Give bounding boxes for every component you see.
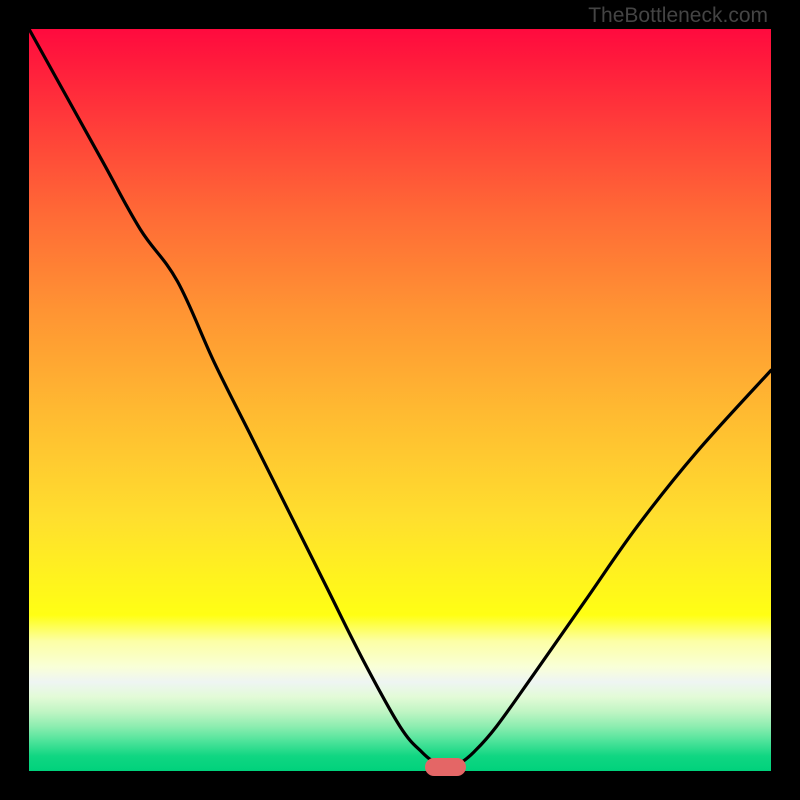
watermark-text: TheBottleneck.com <box>588 4 768 28</box>
bottleneck-curve <box>29 29 771 771</box>
chart-frame: { "watermark": "TheBottleneck.com", "col… <box>0 0 800 800</box>
optimal-marker <box>425 758 466 776</box>
plot-area <box>29 29 771 771</box>
